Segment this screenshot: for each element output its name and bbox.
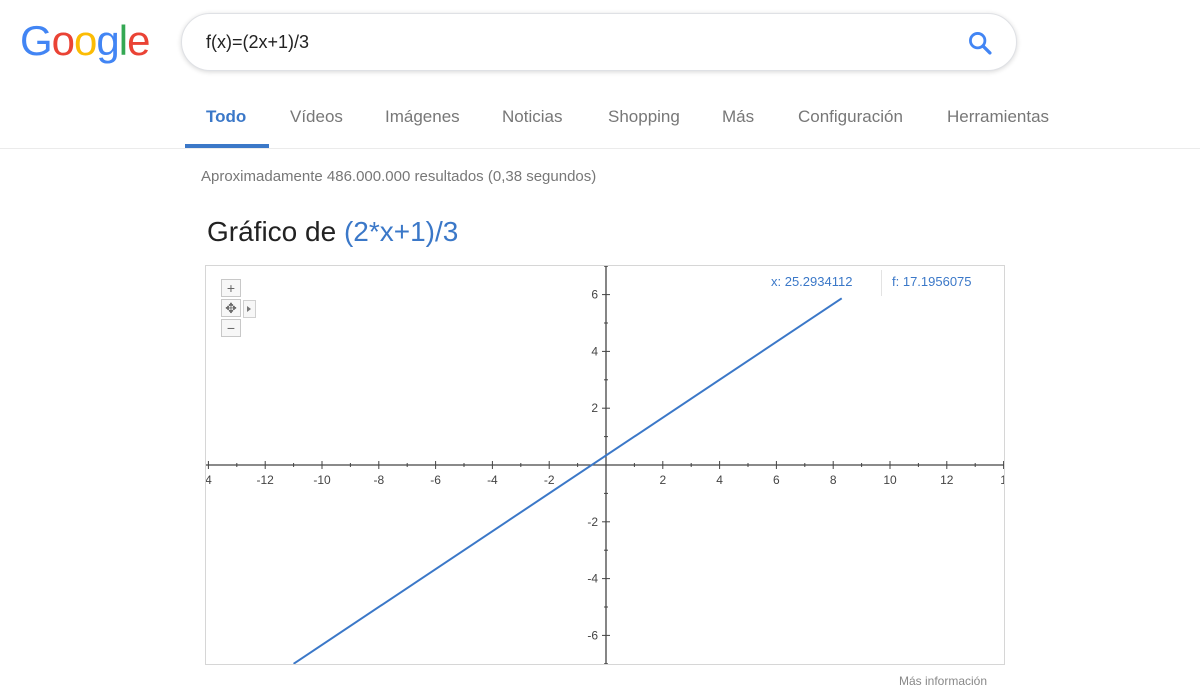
x-tick-label: 12: [940, 473, 954, 487]
x-tick-label: -6: [430, 473, 441, 487]
tab-mas[interactable]: Más: [722, 95, 754, 145]
search-icon[interactable]: [966, 29, 994, 57]
x-tick-label: 4: [716, 473, 723, 487]
logo-letter: g: [96, 17, 119, 64]
tab-imagenes[interactable]: Imágenes: [385, 95, 460, 145]
y-tick-label: -4: [587, 572, 598, 586]
tab-herramientas[interactable]: Herramientas: [947, 95, 1049, 145]
search-input[interactable]: [206, 14, 906, 70]
f-readout: f: 17.1956075: [892, 274, 972, 289]
readout-divider: [881, 270, 882, 296]
tab-configuracion[interactable]: Configuración: [798, 95, 903, 145]
y-tick-label: -6: [587, 628, 598, 642]
x-tick-label: -2: [544, 473, 555, 487]
x-tick-label: 8: [830, 473, 837, 487]
zoom-controls: + ✥ −: [221, 279, 243, 339]
zoom-in-button[interactable]: +: [221, 279, 241, 297]
x-tick-label: -10: [313, 473, 331, 487]
x-tick-label: 2: [659, 473, 666, 487]
graph-title: Gráfico de (2*x+1)/3: [207, 216, 458, 248]
tab-videos[interactable]: Vídeos: [290, 95, 343, 145]
y-tick-label: -2: [587, 515, 598, 529]
x-tick-label: -4: [487, 473, 498, 487]
search-tabs: Todo Vídeos Imágenes Noticias Shopping M…: [0, 95, 1200, 149]
graph-title-prefix: Gráfico de: [207, 216, 344, 247]
search-box: [181, 13, 1017, 71]
tab-todo[interactable]: Todo: [206, 95, 246, 145]
logo-letter: o: [51, 17, 75, 64]
more-info-link[interactable]: Más información: [899, 674, 987, 688]
logo-letter: l: [118, 17, 128, 64]
tab-noticias[interactable]: Noticias: [502, 95, 562, 145]
pan-button[interactable]: ✥: [221, 299, 241, 317]
result-stats: Aproximadamente 486.000.000 resultados (…: [201, 168, 597, 185]
x-tick-label: -8: [373, 473, 384, 487]
logo-letter: G: [20, 17, 53, 64]
zoom-out-button[interactable]: −: [221, 319, 241, 337]
x-tick-label: -12: [257, 473, 275, 487]
tab-shopping[interactable]: Shopping: [608, 95, 680, 145]
y-tick-label: 4: [591, 344, 598, 358]
x-readout: x: 25.2934112: [771, 274, 853, 289]
graph-function[interactable]: (2*x+1)/3: [344, 216, 458, 247]
x-tick-label: 4: [206, 473, 212, 487]
logo-letter: o: [74, 17, 97, 64]
x-tick-label: 10: [883, 473, 897, 487]
google-logo[interactable]: Google: [20, 17, 150, 65]
active-tab-indicator: [185, 144, 269, 148]
logo-letter: e: [127, 17, 150, 64]
x-tick-label: 1: [1000, 473, 1004, 487]
y-tick-label: 6: [591, 288, 598, 302]
x-tick-label: 6: [773, 473, 780, 487]
function-graph[interactable]: 4 -12 -10 -8 -6 -4 -2 2 4 6 8 10 12 1 6 4 2 -2 -4 -6: [205, 265, 1005, 665]
y-tick-label: 2: [591, 401, 598, 415]
graph-canvas[interactable]: 4 -12 -10 -8 -6 -4 -2 2 4 6 8 10 12 1 6 4 2 -2 -4 -6: [206, 266, 1004, 664]
pan-arrow-icon[interactable]: [243, 300, 256, 318]
